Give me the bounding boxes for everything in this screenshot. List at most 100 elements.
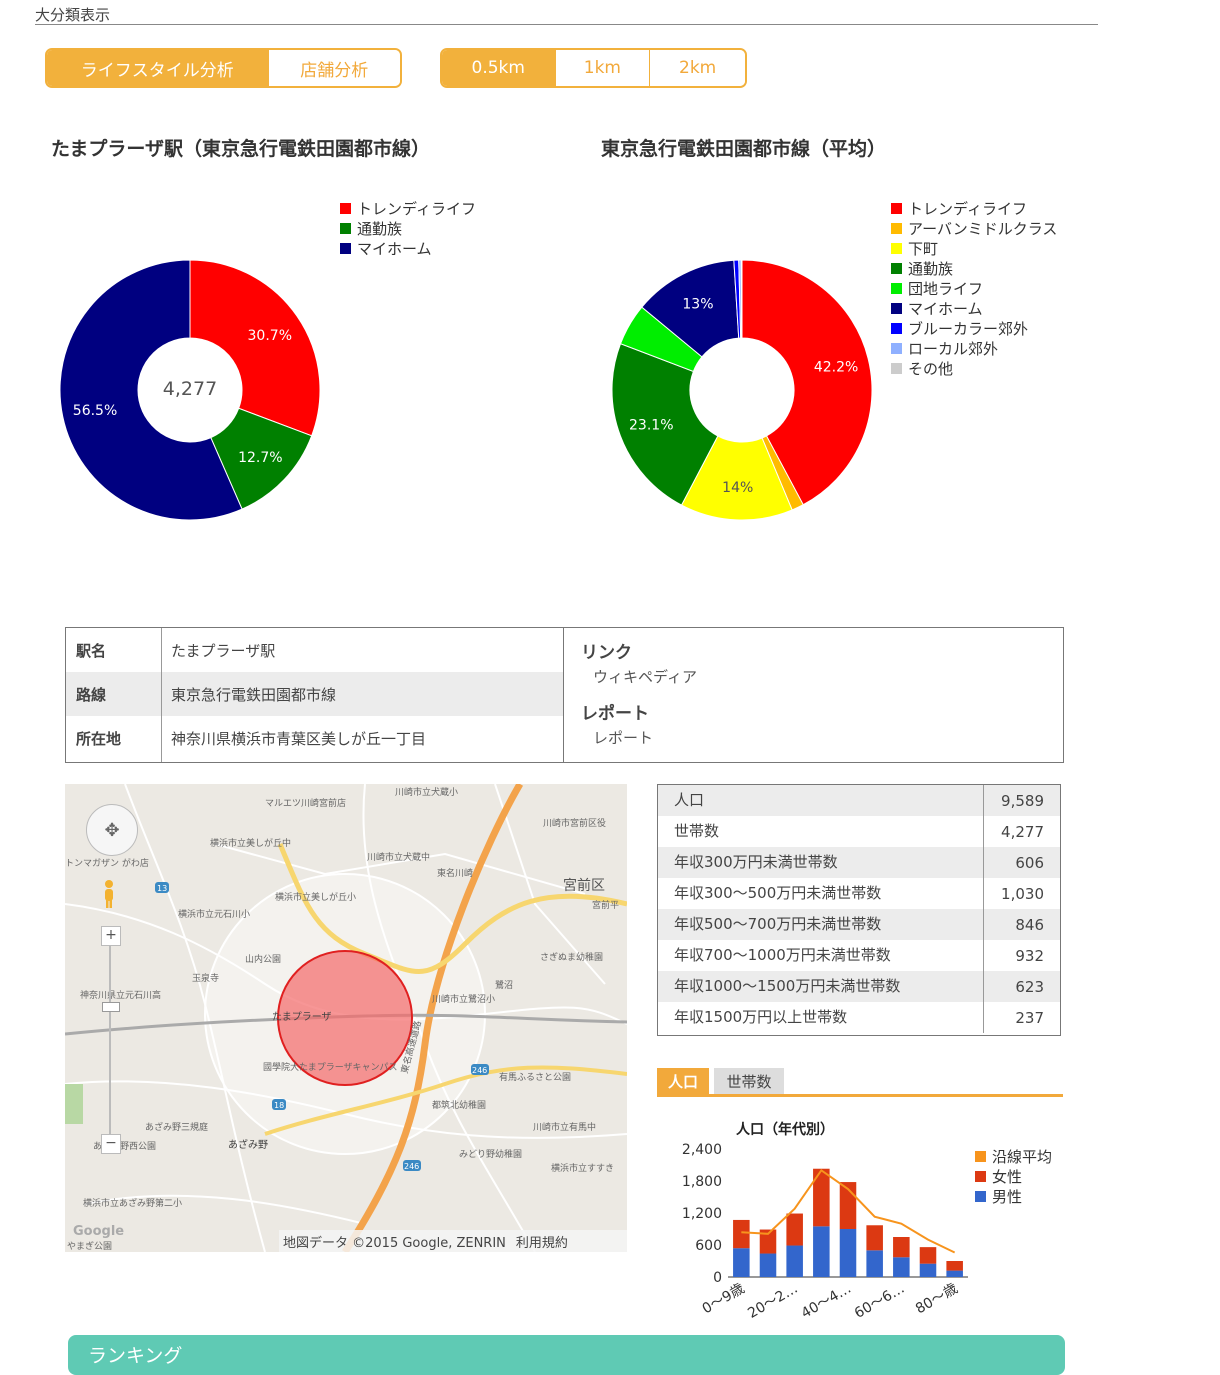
map-label: 横浜市立美しが丘小 <box>275 891 356 903</box>
wikipedia-link[interactable]: ウィキペディア <box>593 666 697 687</box>
bar-female[interactable] <box>733 1219 750 1249</box>
legend-swatch <box>891 322 902 334</box>
y-tick-label: 600 <box>695 1238 722 1254</box>
zoom-out-button[interactable]: − <box>101 1134 121 1154</box>
donut-slice[interactable] <box>189 259 321 437</box>
bar-female[interactable] <box>786 1213 803 1246</box>
legend-item[interactable]: 通勤族 <box>891 258 1057 278</box>
route-shield: 18 <box>274 1101 284 1110</box>
stat-row: 人口 9,589 <box>658 785 1060 816</box>
stat-label: 年収1000～1500万円未満世帯数 <box>658 971 984 1002</box>
stat-label: 年収1500万円以上世帯数 <box>658 1002 984 1033</box>
ranking-section-header[interactable]: ランキング <box>68 1335 1065 1375</box>
zoom-slider-track[interactable] <box>109 946 111 1136</box>
map-label: さぎぬま幼稚園 <box>540 951 603 963</box>
street-view-pegman-icon[interactable] <box>102 879 116 909</box>
legend-item[interactable]: 通勤族 <box>340 218 476 238</box>
bar-male[interactable] <box>919 1263 937 1277</box>
legend-swatch <box>975 1150 986 1162</box>
bar-male[interactable] <box>893 1257 910 1277</box>
bar-female[interactable] <box>946 1261 963 1271</box>
map-label: 川崎市宮前区役 <box>543 817 606 829</box>
info-value: たまプラーザ駅 <box>171 641 276 660</box>
tab-lifestyle-analysis[interactable]: ライフスタイル分析 <box>47 50 269 86</box>
bar-male[interactable] <box>946 1270 963 1277</box>
stat-row: 年収1000～1500万円未満世帯数 623 <box>658 971 1060 1002</box>
legend-item[interactable]: アーバンミドルクラス <box>891 218 1057 238</box>
zoom-slider-handle[interactable] <box>102 1002 120 1012</box>
info-value: 東京急行電鉄田園都市線 <box>171 685 337 704</box>
legend-item[interactable]: マイホーム <box>891 298 1057 318</box>
legend-item[interactable]: ローカル郊外 <box>891 338 1057 358</box>
station-info-table: 駅名 たまプラーザ駅 路線 東京急行電鉄田園都市線 所在地 神奈川県横浜市青葉区… <box>65 627 1064 763</box>
tab-distance-2km[interactable]: 2km <box>650 50 745 86</box>
legend-item[interactable]: マイホーム <box>340 238 476 258</box>
legend-swatch <box>891 302 902 314</box>
column-divider <box>563 628 564 762</box>
tab-distance-0-5km[interactable]: 0.5km <box>442 50 556 86</box>
legend-label: 女性 <box>992 1167 1023 1186</box>
bar-male[interactable] <box>839 1229 857 1277</box>
legend-label: その他 <box>908 359 954 378</box>
legend-item[interactable]: トレンディライフ <box>340 198 476 218</box>
bar-female[interactable] <box>893 1237 910 1258</box>
bar-male[interactable] <box>786 1245 803 1277</box>
tab-distance-1km[interactable]: 1km <box>555 50 651 86</box>
slice-label: 42.2% <box>814 359 858 375</box>
legend-item[interactable]: トレンディライフ <box>891 198 1057 218</box>
legend-label: 通勤族 <box>908 259 954 278</box>
legend-label: ブルーカラー郊外 <box>908 319 1029 338</box>
map-terms-link[interactable]: 利用規約 <box>516 1232 568 1251</box>
tab-population[interactable]: 人口 <box>657 1068 709 1094</box>
legend-swatch <box>891 262 902 274</box>
stat-row: 年収300～500万円未満世帯数 1,030 <box>658 878 1060 909</box>
bar-male[interactable] <box>866 1250 883 1277</box>
google-logo: Google <box>73 1224 125 1239</box>
map-label: 川崎市立犬蔵小 <box>395 786 458 798</box>
map-label: 宮前平 <box>592 899 619 911</box>
tab-underline <box>657 1094 1063 1097</box>
tab-households[interactable]: 世帯数 <box>714 1068 784 1094</box>
map-label: 横浜市立元石川小 <box>178 908 250 920</box>
stat-label: 年収700～1000万円未満世帯数 <box>658 940 984 971</box>
stat-label: 年収500～700万円未満世帯数 <box>658 909 984 940</box>
legend-swatch <box>891 362 902 374</box>
link-heading: リンク <box>581 643 632 663</box>
map-label: みどり野幼稚園 <box>459 1148 522 1160</box>
legend-swatch <box>891 282 902 294</box>
legend-item[interactable]: 女性 <box>975 1166 1052 1186</box>
legend-item[interactable]: ブルーカラー郊外 <box>891 318 1057 338</box>
map-label: 神奈川県立元石川高 <box>80 989 161 1001</box>
bar-male[interactable] <box>813 1226 830 1277</box>
legend-label: 沿線平均 <box>992 1147 1053 1166</box>
legend-swatch <box>340 222 351 234</box>
legend-item[interactable]: 沿線平均 <box>975 1146 1052 1166</box>
route-shield: 13 <box>157 884 167 893</box>
age-population-bar-chart: 0 600 1,200 1,800 2,400 0～9歳20～2…40～4…60～6… 80… <box>682 1142 968 1322</box>
tab-store-analysis[interactable]: 店舗分析 <box>268 50 400 86</box>
x-tick-label: 0～9歳 <box>700 1281 748 1318</box>
zoom-in-button[interactable]: + <box>101 926 121 946</box>
map-label: やまぎ公園 <box>67 1240 112 1252</box>
bar-female[interactable] <box>919 1247 937 1264</box>
bar-male[interactable] <box>733 1248 750 1277</box>
map-pan-control[interactable]: ✥ <box>86 804 138 856</box>
map-label: 横浜市立すすき <box>551 1162 614 1174</box>
report-link[interactable]: レポート <box>593 727 653 748</box>
legend-item[interactable]: 下町 <box>891 238 1057 258</box>
info-row-address: 所在地 神奈川県横浜市青葉区美しが丘一丁目 <box>66 716 564 760</box>
legend-item[interactable]: その他 <box>891 358 1057 378</box>
map-label: 宮前区 <box>563 877 605 894</box>
line-average-donut-chart: 42.2% 14% 23.1% 13% <box>611 259 873 521</box>
legend-label: 下町 <box>908 239 939 258</box>
stat-label: 人口 <box>658 785 984 816</box>
bar-male[interactable] <box>759 1253 777 1277</box>
bar-female[interactable] <box>866 1225 883 1251</box>
donut-slice[interactable] <box>740 259 743 339</box>
area-map[interactable]: マルエツ川崎宮前店 川崎市立犬蔵小 川崎市宮前区役 横浜市立美しが丘中 川崎市立… <box>65 784 627 1252</box>
map-label: 東名川崎 <box>437 867 473 879</box>
info-key: 駅名 <box>76 641 107 660</box>
legend-item[interactable]: 団地ライフ <box>891 278 1057 298</box>
map-label: たまプラーザ <box>272 1011 332 1023</box>
legend-item[interactable]: 男性 <box>975 1186 1052 1206</box>
